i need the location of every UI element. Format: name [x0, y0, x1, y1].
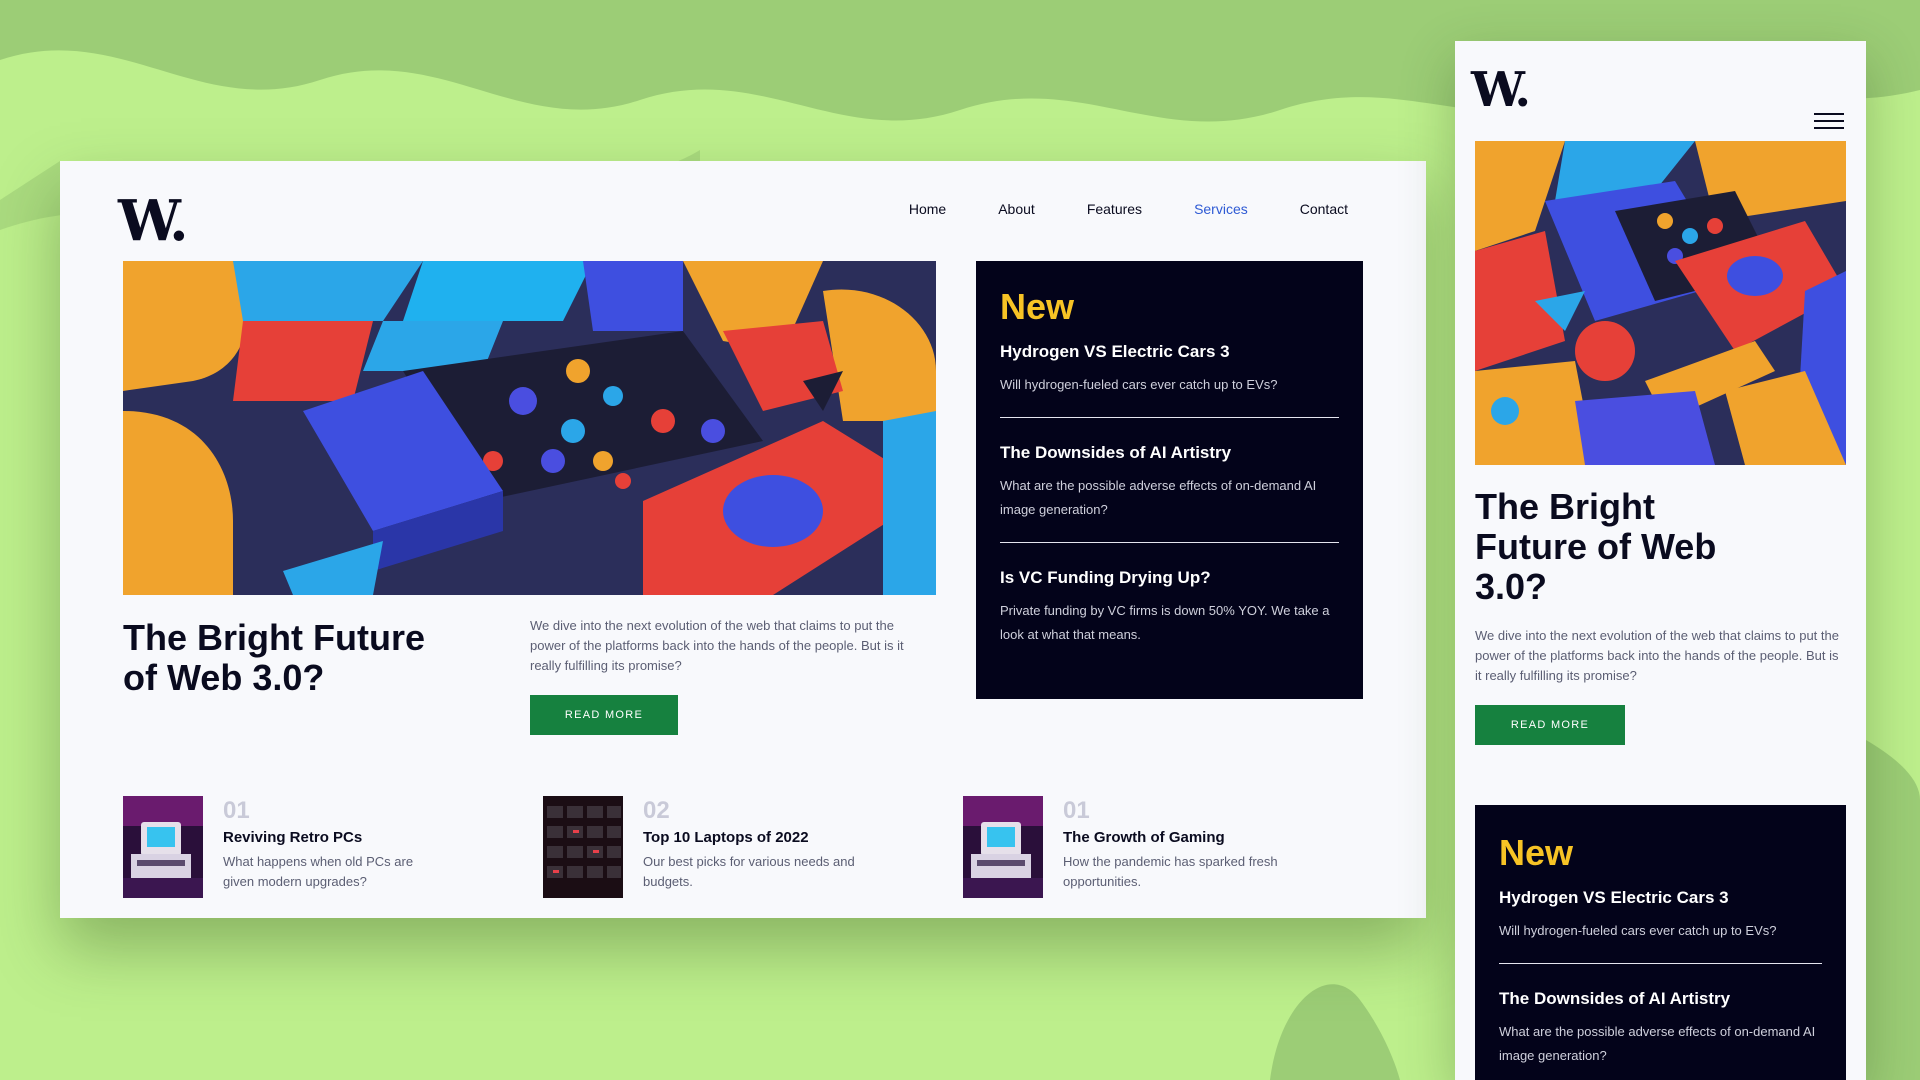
news-title[interactable]: Is VC Funding Drying Up? — [1000, 567, 1339, 589]
article-list: 01 Reviving Retro PCs What happens when … — [123, 796, 1383, 898]
article-title[interactable]: The Growth of Gaming — [1063, 828, 1283, 848]
hero-description: We dive into the next evolution of the w… — [530, 618, 904, 673]
news-description: Will hydrogen-fueled cars ever catch up … — [1000, 377, 1278, 392]
article-card[interactable]: 02 Top 10 Laptops of 2022 Our best picks… — [543, 796, 963, 898]
logo[interactable]: W. — [1471, 51, 1531, 129]
news-item[interactable]: The Downsides of AI Artistry What are th… — [1000, 417, 1339, 542]
news-title[interactable]: The Downsides of AI Artistry — [1499, 988, 1822, 1010]
news-item[interactable]: Is VC Funding Drying Up? Private funding… — [1000, 542, 1339, 667]
hero-description: We dive into the next evolution of the w… — [1475, 628, 1839, 683]
nav-features[interactable]: Features — [1087, 191, 1142, 227]
keyboard-icon[interactable] — [543, 796, 623, 898]
read-more-button[interactable]: READ MORE — [530, 695, 678, 735]
main-nav: Home About Features Services Contact — [857, 191, 1348, 227]
new-heading: New — [1000, 286, 1075, 327]
article-title[interactable]: Top 10 Laptops of 2022 — [643, 828, 863, 848]
article-card[interactable]: 01 The Growth of Gaming How the pandemic… — [963, 796, 1383, 898]
new-panel: New Hydrogen VS Electric Cars 3 Will hyd… — [976, 261, 1363, 699]
article-description: Our best picks for various needs and bud… — [643, 854, 855, 889]
nav-about[interactable]: About — [998, 191, 1035, 227]
article-number: 02 — [643, 797, 670, 824]
hero-image — [123, 261, 936, 595]
news-description: Private funding by VC firms is down 50% … — [1000, 603, 1330, 642]
article-description: What happens when old PCs are given mode… — [223, 854, 414, 889]
article-number: 01 — [223, 797, 250, 824]
logo[interactable]: W. — [118, 177, 189, 265]
retro-pc-icon[interactable] — [963, 796, 1043, 898]
new-heading: New — [1499, 832, 1574, 873]
news-item[interactable]: Hydrogen VS Electric Cars 3 Will hydroge… — [1499, 887, 1822, 963]
article-card[interactable]: 01 Reviving Retro PCs What happens when … — [123, 796, 543, 898]
article-title[interactable]: Reviving Retro PCs — [223, 828, 443, 848]
news-title[interactable]: The Downsides of AI Artistry — [1000, 442, 1339, 464]
news-title[interactable]: Hydrogen VS Electric Cars 3 — [1000, 341, 1339, 363]
hero-image — [1475, 141, 1846, 465]
news-description: What are the possible adverse effects of… — [1499, 1024, 1816, 1063]
news-item[interactable]: The Downsides of AI Artistry What are th… — [1499, 963, 1822, 1080]
nav-contact[interactable]: Contact — [1300, 191, 1348, 227]
news-description: What are the possible adverse effects of… — [1000, 478, 1317, 517]
hero-title: The Bright Future of Web 3.0? — [1475, 486, 1717, 607]
nav-services[interactable]: Services — [1194, 191, 1248, 227]
new-panel: New Hydrogen VS Electric Cars 3 Will hyd… — [1475, 805, 1846, 1080]
news-description: Will hydrogen-fueled cars ever catch up … — [1499, 923, 1777, 938]
news-title[interactable]: Hydrogen VS Electric Cars 3 — [1499, 887, 1822, 909]
retro-pc-icon[interactable] — [123, 796, 203, 898]
article-description: How the pandemic has sparked fresh oppor… — [1063, 854, 1278, 889]
article-number: 01 — [1063, 797, 1090, 824]
desktop-preview: W. Home About Features Services Contact — [60, 161, 1426, 918]
hero-title: The Bright Future of Web 3.0? — [123, 617, 425, 698]
hamburger-icon[interactable] — [1814, 113, 1844, 129]
mobile-preview: W. The Bright Future of Web 3.0? We dive… — [1455, 41, 1866, 1080]
nav-home[interactable]: Home — [909, 191, 946, 227]
read-more-button[interactable]: READ MORE — [1475, 705, 1625, 745]
news-item[interactable]: Hydrogen VS Electric Cars 3 Will hydroge… — [1000, 341, 1339, 417]
